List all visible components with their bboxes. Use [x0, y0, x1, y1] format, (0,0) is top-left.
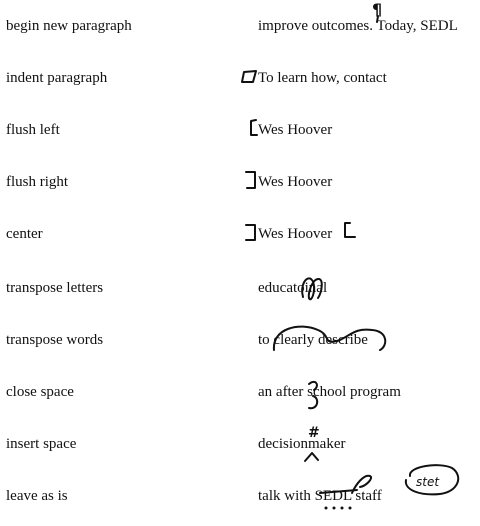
- example-flush-left: Wes Hoover: [258, 122, 333, 138]
- center-right-bracket-shape: [245, 224, 256, 241]
- stet-dot-1: [324, 506, 328, 510]
- example-center: Wes Hoover: [258, 226, 333, 242]
- example-close-space: an after school program: [258, 384, 401, 400]
- stet-dot-2: [332, 506, 336, 510]
- indent-box-shape: [241, 70, 257, 83]
- label-insert-space: insert space: [6, 436, 77, 452]
- indent-box-mark: [241, 70, 257, 83]
- insert-space-caret: [304, 452, 319, 462]
- stet-circle: [404, 464, 460, 496]
- label-transpose-words: transpose words: [6, 332, 104, 348]
- example-flush-right: Wes Hoover: [258, 174, 333, 190]
- label-center: center: [6, 226, 43, 242]
- example-leave-as-is: talk with SEDL staff: [258, 488, 382, 504]
- center-left-bracket-shape: [344, 222, 356, 238]
- flush-right-bracket-mark: [245, 171, 256, 189]
- stet-word: stet: [416, 475, 440, 489]
- flush-left-bracket-shape: [250, 119, 258, 136]
- flush-left-bracket-mark: [250, 119, 258, 136]
- flush-right-bracket-shape: [245, 171, 256, 189]
- stet-dot-3: [340, 506, 344, 510]
- example-transpose-words: to clearly describe: [258, 332, 368, 348]
- label-close-space: close space: [6, 384, 74, 400]
- label-flush-right: flush right: [6, 174, 69, 190]
- stet-dot-4: [348, 506, 352, 510]
- label-flush-left: flush left: [6, 122, 60, 138]
- label-begin-new-paragraph: begin new paragraph: [6, 18, 132, 34]
- example-indent-paragraph: To learn how, contact: [258, 70, 387, 86]
- label-indent-paragraph: indent paragraph: [6, 70, 108, 86]
- label-leave-as-is: leave as is: [6, 488, 68, 504]
- example-begin-new-paragraph: improve outcomes. Today, SEDL: [258, 18, 458, 34]
- label-transpose-letters: transpose letters: [6, 280, 104, 296]
- example-transpose-letters: educatoinal: [258, 280, 328, 296]
- example-insert-space: decisionmaker: [258, 436, 346, 452]
